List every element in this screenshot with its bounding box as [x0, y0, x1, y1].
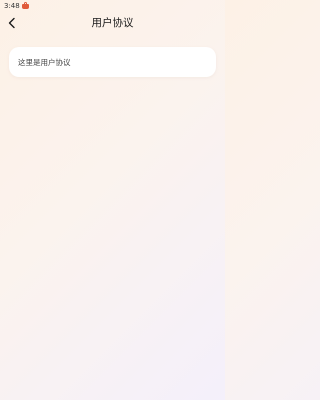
- status-bar: 3:48: [0, 0, 225, 12]
- page-title: 用户协议: [91, 17, 134, 29]
- agreement-text: 这里是用户协议: [18, 57, 71, 67]
- status-time: 3:48: [4, 2, 20, 10]
- agreement-card: 这里是用户协议: [9, 47, 216, 77]
- chevron-left-icon: [8, 17, 15, 29]
- nav-bar: 用户协议: [0, 12, 225, 34]
- back-button[interactable]: [4, 15, 20, 31]
- shopping-bag-icon: [21, 1, 29, 9]
